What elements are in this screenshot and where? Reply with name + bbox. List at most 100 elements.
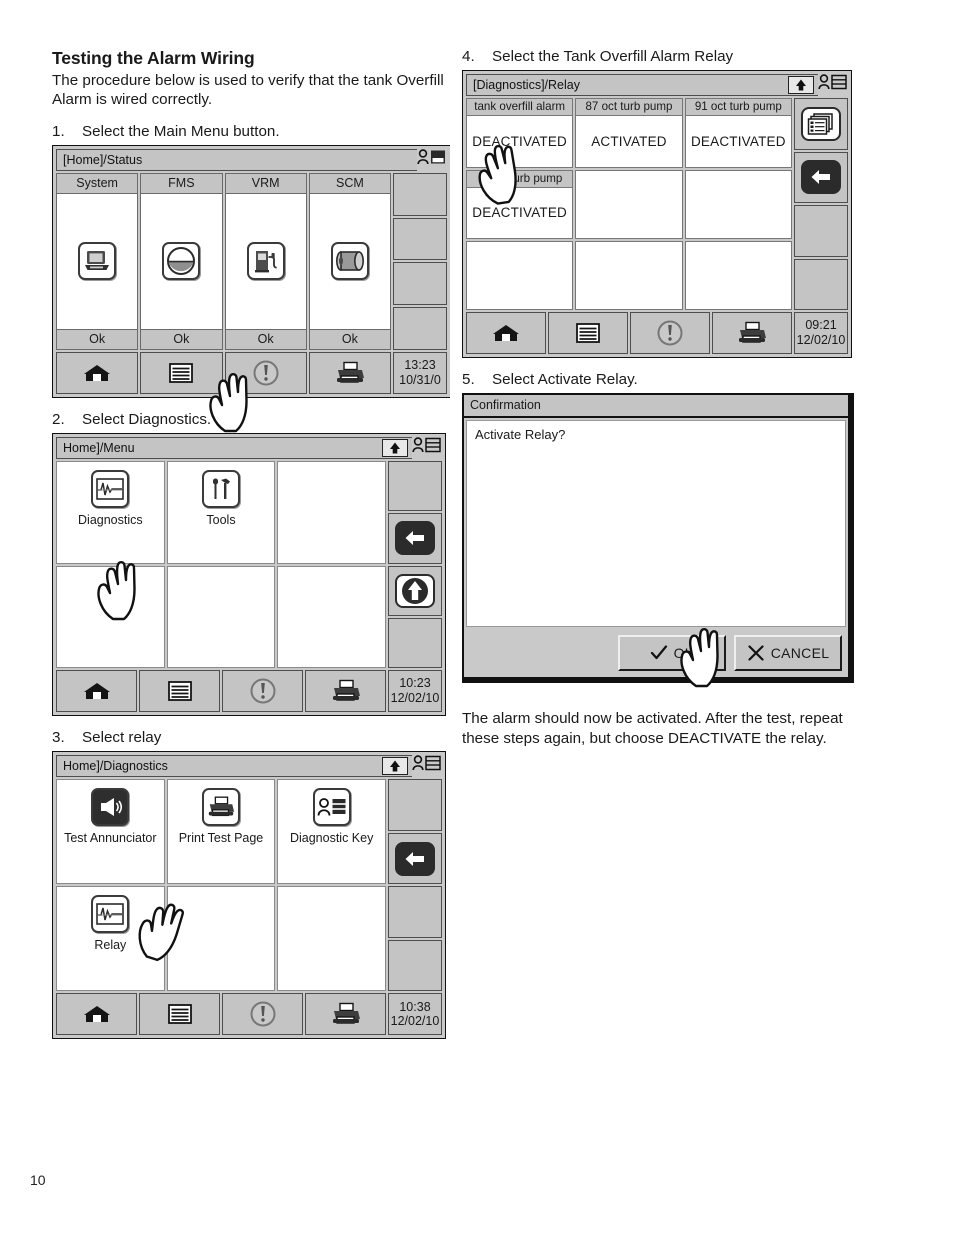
alarm-button[interactable] (222, 670, 303, 713)
user-list-button-diagnostics[interactable] (412, 755, 442, 779)
hmi-screen-diagnostics: Home]/Diagnostics Test Annunciator Print… (52, 751, 446, 1040)
relay-cell-empty-6[interactable] (684, 169, 792, 239)
home-icon (82, 363, 112, 383)
menu-button[interactable] (140, 351, 223, 394)
side-button-empty-4[interactable] (393, 307, 447, 350)
back-button[interactable] (794, 151, 848, 204)
side-button-empty-1[interactable] (388, 779, 442, 831)
home-button[interactable] (56, 993, 137, 1036)
status-title-bar: [Home]/Status (56, 148, 417, 171)
side-button-empty-2[interactable] (393, 217, 447, 261)
relay-cell-87-oct-turb-pump[interactable]: 87 oct turb pump ACTIVATED (575, 98, 683, 168)
ok-button[interactable]: OK (618, 635, 726, 672)
stacked-list-button[interactable] (794, 98, 848, 150)
up-arrow-badge-icon[interactable] (382, 757, 408, 776)
hmi-screen-menu: Home]/Menu Diagnostics Tools 10:23 12/02… (52, 433, 446, 717)
tools-icon (201, 470, 240, 509)
relay-cell-value (686, 174, 791, 238)
menu-cell-diagnostics[interactable]: Diagnostics (56, 461, 165, 564)
menu-icon (167, 680, 193, 702)
confirmation-dialog-wrapper: Confirmation Activate Relay? OK CANCEL (462, 393, 862, 688)
printer-button[interactable] (308, 351, 391, 394)
status-column-system[interactable]: System Ok (56, 172, 139, 350)
intro-paragraph: The procedure below is used to verify th… (52, 72, 444, 109)
relay-cell-91-oct-turb-pump[interactable]: 91 oct turb pump DEACTIVATED (684, 98, 792, 168)
diagnostics-cell-label: Diagnostic Key (289, 831, 374, 846)
alarm-icon (249, 677, 277, 705)
menu-cell-empty-5[interactable] (166, 565, 276, 669)
menu-cell-empty-3[interactable] (277, 461, 386, 564)
relay-title-text: [Diagnostics]/Relay (473, 78, 580, 93)
back-button[interactable] (388, 513, 442, 564)
diagnostics-cell-test-annunciator[interactable]: Test Annunciator (56, 779, 165, 885)
side-button-empty-1[interactable] (388, 461, 442, 512)
diagnostics-cell-label: Test Annunciator (64, 831, 157, 846)
fuel-pump-icon (246, 242, 285, 281)
user-list-icon (412, 437, 442, 453)
menu-icon (168, 362, 194, 384)
status-col-value: Ok (141, 328, 222, 349)
status-column-fms[interactable]: FMS Ok (140, 172, 223, 350)
relay-cell-empty-7[interactable] (466, 240, 574, 311)
relay-cell-empty-9[interactable] (684, 240, 792, 311)
alarm-button[interactable] (224, 351, 307, 394)
side-button-empty-1[interactable] (393, 172, 447, 216)
check-icon (650, 645, 668, 661)
cancel-button-label: CANCEL (770, 645, 830, 662)
menu-button[interactable] (139, 670, 220, 713)
user-list-button-relay[interactable] (818, 74, 848, 98)
status-col-header: SCM (309, 173, 390, 194)
user-list-button-status[interactable] (417, 149, 447, 173)
side-button-empty-4[interactable] (794, 258, 848, 311)
status-column-vrm[interactable]: VRM Ok (224, 172, 307, 350)
up-arrow-badge-icon[interactable] (382, 439, 408, 458)
relay-cell-tank-overfill-alarm[interactable]: tank overfill alarm DEACTIVATED (466, 98, 574, 168)
menu-cell-tools[interactable]: Tools (166, 461, 276, 564)
outro-paragraph: The alarm should now be activated. After… (462, 710, 843, 747)
console-icon (78, 242, 117, 281)
dialog-button-bar: OK CANCEL (464, 629, 848, 677)
status-column-scm[interactable]: SCM Ok (308, 172, 391, 350)
relay-cell-empty-5[interactable] (575, 169, 683, 239)
menu-button[interactable] (548, 312, 628, 355)
user-list-button-menu[interactable] (412, 437, 442, 461)
printer-button[interactable] (305, 993, 386, 1036)
relay-cell-header: urb pump (467, 170, 573, 188)
side-button-empty-4[interactable] (388, 939, 442, 992)
side-button-empty-3[interactable] (388, 886, 442, 938)
alarm-button[interactable] (222, 993, 303, 1036)
up-arrow-badge-icon[interactable] (788, 76, 814, 95)
relay-cell-value (686, 245, 791, 309)
home-button[interactable] (56, 670, 137, 713)
menu-cell-empty-6[interactable] (277, 565, 386, 669)
alarm-button[interactable] (630, 312, 710, 355)
diagnostics-cell-relay[interactable]: Relay (56, 886, 165, 992)
menu-button[interactable] (139, 993, 220, 1036)
printer-button[interactable] (712, 312, 792, 355)
relay-cell-turb-pump[interactable]: urb pump DEACTIVATED (466, 169, 574, 239)
home-button[interactable] (56, 351, 139, 394)
relay-cell-empty-8[interactable] (575, 240, 683, 311)
clock-date: 12/02/10 (390, 691, 440, 706)
side-button-empty-3[interactable] (794, 205, 848, 257)
home-button[interactable] (466, 312, 546, 355)
status-col-header: FMS (141, 173, 222, 194)
diagnostics-cell-print-test-page[interactable]: Print Test Page (166, 779, 276, 885)
side-button-empty-3[interactable] (393, 262, 447, 306)
diagnostics-cell-empty-5[interactable] (166, 886, 276, 992)
back-arrow-icon (801, 160, 841, 195)
side-button-empty-4[interactable] (388, 617, 442, 669)
relay-cell-value: DEACTIVATED (472, 205, 568, 221)
printer-button[interactable] (305, 670, 386, 713)
page-number: 10 (30, 1172, 46, 1188)
diagnostics-title-bar: Home]/Diagnostics (56, 755, 412, 778)
diagnostics-clock: 10:38 12/02/10 (388, 993, 442, 1036)
back-button[interactable] (388, 832, 442, 885)
menu-cell-empty-4[interactable] (56, 565, 165, 669)
diagnostics-cell-diagnostic-key[interactable]: Diagnostic Key (277, 779, 386, 885)
diagnostics-side-panel (388, 779, 442, 992)
clock-time: 10:23 (399, 676, 431, 691)
cancel-button[interactable]: CANCEL (734, 635, 842, 672)
diagnostics-cell-empty-6[interactable] (277, 886, 386, 992)
up-button[interactable] (388, 565, 442, 616)
